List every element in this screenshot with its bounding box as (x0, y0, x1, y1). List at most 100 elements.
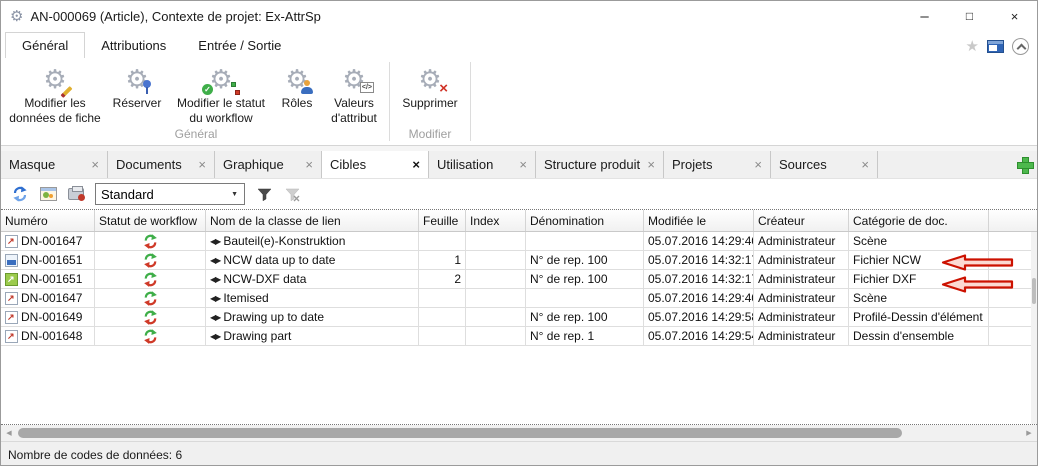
vertical-scrollbar[interactable] (1031, 232, 1037, 424)
table-header-row: Numéro Statut de workflow Nom de la clas… (1, 210, 1037, 232)
column-header-categorie[interactable]: Catégorie de doc. (849, 210, 989, 231)
table-row[interactable]: DN-001647 ◀▶Itemised 05.07.2016 14:29:40… (1, 289, 1037, 308)
close-tab-icon[interactable]: × (91, 157, 99, 172)
close-tab-icon[interactable]: × (305, 157, 313, 172)
column-header-createur[interactable]: Créateur (754, 210, 849, 231)
status-bar: Nombre de codes de données: 6 (1, 441, 1037, 466)
close-button[interactable]: × (992, 1, 1037, 31)
column-header-feuille[interactable]: Feuille (419, 210, 466, 231)
cell-numero: DN-001651 (21, 253, 82, 267)
window-controls: – □ × (902, 1, 1037, 31)
modify-record-data-button[interactable]: ⚙ Modifier les données de fiche (5, 58, 105, 126)
cell-denomination: N° de rep. 100 (526, 308, 644, 326)
cell-index (466, 251, 526, 269)
cell-denomination: N° de rep. 100 (526, 270, 644, 288)
refresh-icon[interactable] (11, 185, 29, 203)
layout-window-icon[interactable] (987, 40, 1004, 53)
tab-documents[interactable]: Documents× (108, 151, 215, 178)
cell-modifiee: 05.07.2016 14:29:58 (644, 308, 754, 326)
tab-graphique[interactable]: Graphique× (215, 151, 322, 178)
minimize-button[interactable]: – (902, 1, 947, 31)
column-header-index[interactable]: Index (466, 210, 526, 231)
tab-masque[interactable]: Masque× (1, 151, 108, 178)
clear-filter-icon[interactable] (283, 185, 301, 203)
window-title: AN-000069 (Article), Contexte de projet:… (30, 9, 320, 24)
delete-button[interactable]: ⚙× Supprimer (392, 58, 468, 111)
cell-numero: DN-001649 (21, 310, 82, 324)
link-class-icon: ◀▶ (210, 237, 220, 246)
cell-createur: Administrateur (754, 289, 849, 307)
column-header-statut[interactable]: Statut de workflow (95, 210, 206, 231)
tab-structure-produit[interactable]: Structure produit× (536, 151, 664, 178)
ribbon-tab-general[interactable]: Général (5, 32, 85, 58)
close-tab-icon[interactable]: × (647, 157, 655, 172)
tab-projets[interactable]: Projets× (664, 151, 771, 178)
workflow-status-icon (143, 234, 158, 249)
attribute-values-button[interactable]: ⚙</> Valeurs d'attribut (321, 58, 387, 126)
cell-denomination (526, 289, 644, 307)
gear-attribute-icon: ⚙</> (337, 62, 371, 96)
print-report-icon[interactable] (67, 185, 85, 203)
close-tab-icon[interactable]: × (198, 157, 206, 172)
horizontal-scrollbar[interactable]: ◀ ▶ (1, 425, 1037, 441)
application-window: ⚙ AN-000069 (Article), Contexte de proje… (0, 0, 1038, 466)
close-tab-icon[interactable]: × (861, 157, 869, 172)
ribbon-group-general: ⚙ Modifier les données de fiche ⚙ Réserv… (5, 58, 387, 145)
cell-createur: Administrateur (754, 232, 849, 250)
favorite-star-icon[interactable]: ★ (966, 37, 979, 55)
cell-numero: DN-001647 (21, 291, 82, 305)
document-tab-bar: Masque× Documents× Graphique× Cibles× Ut… (1, 151, 1037, 179)
modify-workflow-status-button[interactable]: ⚙✓ Modifier le statut du workflow (169, 58, 273, 126)
scroll-left-icon[interactable]: ◀ (1, 425, 17, 441)
cell-createur: Administrateur (754, 308, 849, 326)
ribbon-group-label-modifier: Modifier (392, 127, 468, 145)
column-header-denomination[interactable]: Dénomination (526, 210, 644, 231)
close-tab-icon[interactable]: × (412, 157, 420, 172)
vertical-scrollbar-thumb[interactable] (1032, 278, 1036, 304)
table-row[interactable]: DN-001651 ◀▶NCW-DXF data 2 N° de rep. 10… (1, 270, 1037, 289)
close-tab-icon[interactable]: × (519, 157, 527, 172)
ribbon-tab-entree-sortie[interactable]: Entrée / Sortie (182, 33, 297, 58)
document-type-icon (5, 330, 18, 343)
column-header-modifiee[interactable]: Modifiée le (644, 210, 754, 231)
maximize-button[interactable]: □ (947, 1, 992, 31)
ribbon-tab-bar: Général Attributions Entrée / Sortie ★ (1, 31, 1037, 58)
horizontal-scrollbar-thumb[interactable] (18, 428, 902, 438)
cell-nom: Itemised (223, 291, 268, 305)
close-tab-icon[interactable]: × (754, 157, 762, 172)
tab-cibles[interactable]: Cibles× (322, 151, 429, 178)
document-type-icon (5, 273, 18, 286)
add-tab-icon[interactable] (1016, 156, 1033, 173)
scroll-right-icon[interactable]: ▶ (1021, 425, 1037, 441)
link-class-icon: ◀▶ (210, 294, 220, 303)
cell-index (466, 289, 526, 307)
table-row[interactable]: DN-001648 ◀▶Drawing part N° de rep. 1 05… (1, 327, 1037, 346)
gear-person-icon: ⚙ (280, 62, 314, 96)
tab-sources[interactable]: Sources× (771, 151, 878, 178)
column-header-numero[interactable]: Numéro (1, 210, 95, 231)
table-row[interactable]: DN-001651 ◀▶NCW data up to date 1 N° de … (1, 251, 1037, 270)
view-select[interactable]: Standard ▼ (95, 183, 245, 205)
ribbon-tab-attributions[interactable]: Attributions (85, 33, 182, 58)
cell-denomination: N° de rep. 1 (526, 327, 644, 345)
roles-button[interactable]: ⚙ Rôles (273, 58, 321, 111)
document-type-icon (5, 292, 18, 305)
link-class-icon: ◀▶ (210, 332, 220, 341)
table-row[interactable]: DN-001649 ◀▶Drawing up to date N° de rep… (1, 308, 1037, 327)
column-header-nom-classe[interactable]: Nom de la classe de lien (206, 210, 419, 231)
workflow-status-icon (143, 291, 158, 306)
cell-feuille (419, 232, 466, 250)
ribbon-group-label-general: Général (5, 127, 387, 145)
preview-window-icon[interactable] (39, 185, 57, 203)
reserve-button[interactable]: ⚙ Réserver (105, 58, 169, 111)
collapse-ribbon-icon[interactable] (1012, 38, 1029, 55)
cell-numero: DN-001651 (21, 272, 82, 286)
tab-utilisation[interactable]: Utilisation× (429, 151, 536, 178)
cell-createur: Administrateur (754, 270, 849, 288)
filter-icon[interactable] (255, 185, 273, 203)
table-row[interactable]: DN-001647 ◀▶Bauteil(e)-Konstruktion 05.0… (1, 232, 1037, 251)
cell-modifiee: 05.07.2016 14:32:17 (644, 251, 754, 269)
record-count-text: Nombre de codes de données: 6 (8, 448, 182, 462)
title-bar: ⚙ AN-000069 (Article), Contexte de proje… (1, 1, 1037, 31)
document-type-icon (5, 254, 18, 267)
